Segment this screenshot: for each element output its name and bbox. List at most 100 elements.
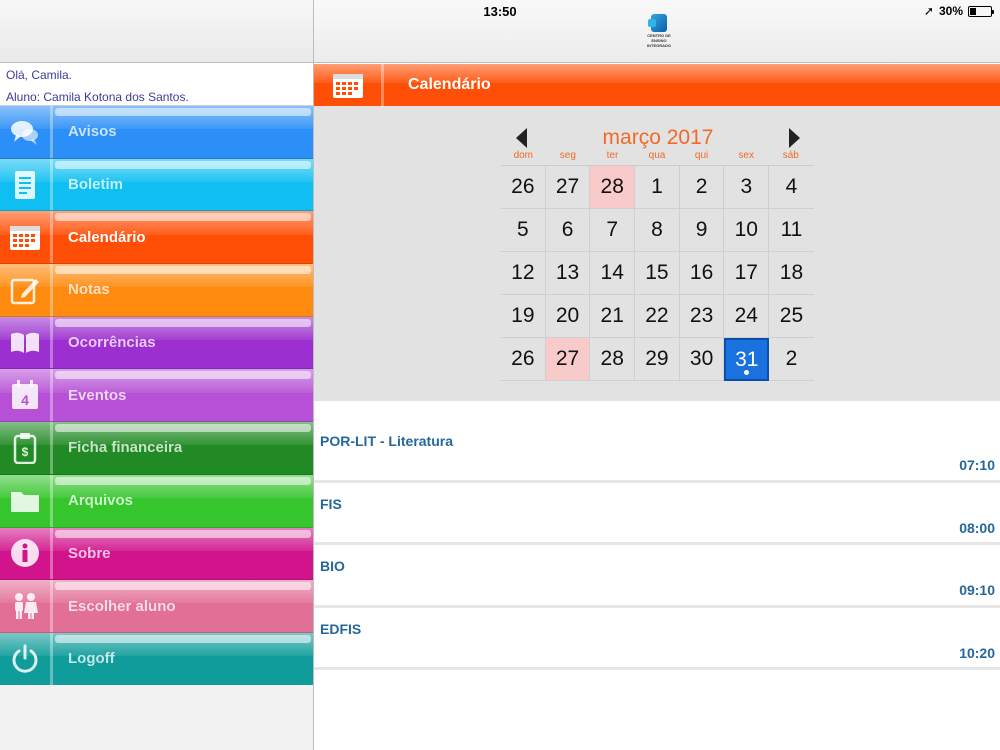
- calendar-grid: 26 27 28 1 2 3 4 5 6 7 8 9 10 11 12 13 14 15 16 17 18 19 20 21 2…: [501, 165, 814, 381]
- calendar-day[interactable]: 1: [635, 166, 680, 209]
- list-item[interactable]: FIS 08:00: [314, 483, 1000, 545]
- greeting-student: Aluno: Camila Kotona dos Santos.: [6, 90, 189, 104]
- calendar-day[interactable]: 16: [679, 252, 725, 295]
- logo-text: CENTRO DE ENSINO INTEGRADO: [647, 33, 671, 48]
- document-icon: [0, 158, 53, 211]
- calendar-day[interactable]: 26: [501, 338, 546, 381]
- page-title: Calendário: [408, 76, 491, 93]
- calendar-weekdays: dom seg ter qua qui sex sáb: [501, 150, 813, 161]
- weekday-label: ter: [606, 150, 619, 161]
- event-title: BIO: [320, 558, 345, 574]
- weekday-label: qui: [694, 150, 709, 161]
- calendar-day[interactable]: 5: [501, 209, 546, 252]
- calendar-day[interactable]: 13: [545, 252, 591, 295]
- calendar-day[interactable]: 6: [545, 209, 591, 252]
- calendar-day[interactable]: 28: [590, 166, 636, 209]
- sidebar-item-ficha-financeira[interactable]: $ Ficha financeira: [0, 422, 313, 475]
- sidebar-item-label: Boletim: [68, 176, 124, 194]
- calendar-day[interactable]: 29: [635, 338, 680, 381]
- calendar-day[interactable]: 4: [769, 166, 814, 209]
- children-icon: [0, 580, 53, 632]
- event-time: 07:10: [959, 457, 995, 473]
- calendar-day[interactable]: 7: [590, 209, 636, 252]
- battery-percent: 30%: [938, 4, 963, 18]
- next-month-button[interactable]: [789, 128, 800, 148]
- sidebar-item-label: Sobre: [68, 544, 111, 562]
- calendar-day[interactable]: 26: [501, 166, 546, 209]
- status-indicators: ➚ 30%: [924, 4, 994, 18]
- calendar-day[interactable]: 22: [635, 295, 680, 338]
- greeting-hello: Olá, Camila.: [6, 68, 73, 82]
- sidebar-item-boletim[interactable]: Boletim: [0, 158, 313, 212]
- calendar-day[interactable]: 12: [501, 252, 546, 295]
- event-title: FIS: [320, 495, 342, 512]
- list-item[interactable]: EDFIS 10:20: [314, 608, 1000, 670]
- sidebar-item-avisos[interactable]: Avisos: [0, 106, 313, 159]
- calendar-day[interactable]: 17: [724, 252, 770, 295]
- battery-fill: [970, 7, 976, 15]
- svg-text:4: 4: [21, 392, 29, 408]
- calendar-day[interactable]: 28: [590, 338, 636, 381]
- event-time: 10:20: [959, 644, 995, 661]
- calendar-day[interactable]: 30: [679, 338, 725, 381]
- calendar-day[interactable]: 15: [635, 252, 680, 295]
- calendar-day[interactable]: 14: [590, 252, 636, 295]
- weekday-label: seg: [559, 150, 576, 161]
- calendar-day[interactable]: 10: [724, 209, 770, 252]
- pencil-note-icon: [0, 264, 53, 316]
- event-title: EDFIS: [320, 620, 362, 637]
- event-list: POR-LIT - Literatura 07:10 FIS 08:00 BIO…: [314, 420, 1000, 670]
- list-item[interactable]: BIO 09:10: [314, 545, 1000, 608]
- info-icon: [0, 527, 53, 580]
- sidebar-item-logoff[interactable]: Logoff: [0, 632, 313, 686]
- event-time: 09:10: [959, 582, 995, 598]
- sidebar-item-label: Escolher aluno: [68, 597, 176, 615]
- sidebar-item-label: Eventos: [68, 386, 127, 404]
- weekday-label: qua: [648, 150, 666, 161]
- sidebar-footer: [0, 685, 313, 750]
- svg-text:$: $: [22, 445, 29, 459]
- calendar-day[interactable]: 24: [724, 295, 770, 338]
- calendar-day[interactable]: 11: [769, 209, 814, 252]
- sidebar-item-label: Calendário: [68, 228, 146, 246]
- sidebar-item-label: Ocorrências: [68, 334, 156, 352]
- calendar-panel: março 2017 dom seg ter qua qui sex sáb 26 27 28 1…: [314, 106, 1000, 401]
- calendar-day[interactable]: 27: [545, 338, 591, 381]
- power-icon: [0, 632, 53, 685]
- sidebar-item-notas[interactable]: Notas: [0, 264, 313, 317]
- calendar-day[interactable]: 3: [724, 166, 770, 209]
- calendar-icon: [0, 211, 53, 264]
- event-time: 08:00: [959, 519, 995, 536]
- list-item[interactable]: POR-LIT - Literatura 07:10: [314, 420, 1000, 483]
- calendar-day[interactable]: 20: [545, 295, 591, 338]
- sidebar-item-label: Avisos: [68, 123, 117, 141]
- sidebar-item-label: Arquivos: [68, 492, 134, 510]
- status-bar: 13:50 ➚ 30%: [0, 0, 1000, 22]
- calendar-day[interactable]: 25: [769, 295, 814, 338]
- calendar-day[interactable]: 21: [590, 295, 636, 338]
- sidebar-item-eventos[interactable]: 4 Eventos: [0, 369, 313, 423]
- calendar-day[interactable]: 19: [501, 295, 546, 338]
- sidebar-item-label: Ficha financeira: [68, 439, 183, 457]
- sidebar-item-label: Notas: [68, 281, 110, 299]
- calendar-day[interactable]: 23: [679, 295, 725, 338]
- weekday-label: dom: [513, 150, 534, 161]
- status-time: 13:50: [483, 4, 517, 19]
- calendar-day[interactable]: 31: [724, 338, 770, 381]
- sidebar-item-ocorrencias[interactable]: Ocorrências: [0, 316, 313, 370]
- sidebar-item-sobre[interactable]: Sobre: [0, 527, 313, 581]
- sidebar-item-arquivos[interactable]: Arquivos: [0, 474, 313, 528]
- calendar-day[interactable]: 2: [679, 166, 725, 209]
- calendar-icon: [314, 64, 384, 106]
- sidebar-item-escolher-aluno[interactable]: Escolher aluno: [0, 580, 313, 633]
- speech-bubbles-icon: [0, 106, 53, 158]
- calendar-day[interactable]: 8: [635, 209, 680, 252]
- weekday-label: sáb: [782, 150, 799, 161]
- calendar-day[interactable]: 18: [769, 252, 814, 295]
- weekday-label: sex: [738, 150, 754, 161]
- sidebar-item-calendario[interactable]: Calendário: [0, 211, 313, 265]
- calendar-day[interactable]: 27: [545, 166, 591, 209]
- money-clipboard-icon: $: [0, 422, 53, 474]
- calendar-day[interactable]: 9: [679, 209, 725, 252]
- calendar-day[interactable]: 2: [769, 338, 814, 381]
